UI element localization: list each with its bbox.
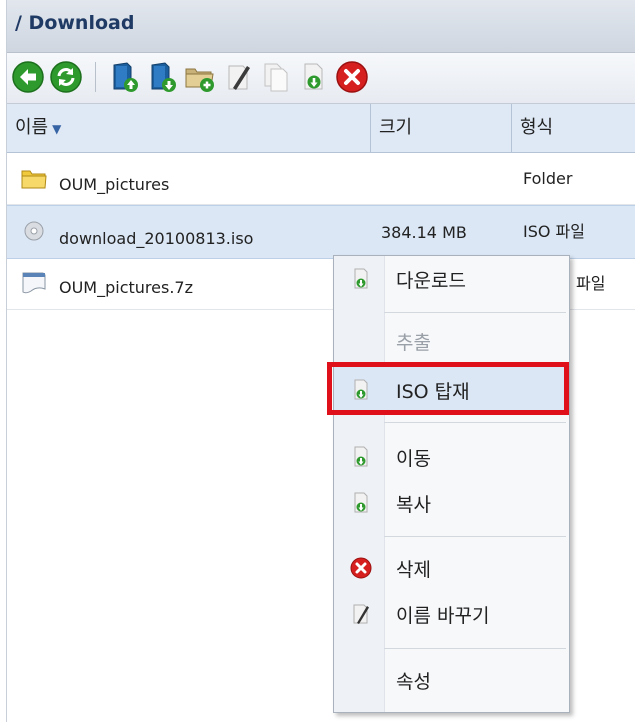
menu-item-rename[interactable]: 이름 바꾸기 [334, 591, 569, 637]
new-folder-button[interactable] [183, 60, 217, 94]
menu-item-label: 복사 [396, 494, 431, 516]
path-title: / Download [15, 12, 135, 34]
file-type: Folder [523, 169, 573, 188]
file-download-icon [354, 446, 368, 467]
file-name: OUM_pictures.7z [59, 278, 193, 297]
menu-item-move[interactable]: 이동 [334, 434, 569, 480]
menu-item-copy[interactable]: 복사 [334, 480, 569, 526]
rename-icon [353, 604, 369, 624]
folder-icon [21, 170, 47, 189]
download-button[interactable] [145, 60, 179, 94]
refresh-icon [50, 61, 82, 93]
menu-separator [384, 312, 566, 313]
delete-button[interactable] [335, 60, 369, 94]
menu-separator [384, 648, 566, 649]
menu-item-label: 이동 [396, 448, 431, 470]
column-header: 이름 ▼ 크기 형식 [7, 104, 635, 153]
menu-item-label: 이름 바꾸기 [396, 605, 490, 627]
file-name: OUM_pictures [59, 175, 170, 194]
menu-separator [384, 536, 566, 537]
column-name[interactable]: 이름 ▼ [7, 104, 370, 152]
highlight-box [327, 362, 569, 415]
extract-button[interactable] [297, 60, 331, 94]
archive-file-icon [22, 272, 46, 294]
file-download-icon [354, 268, 368, 289]
menu-separator [384, 422, 566, 423]
menu-item-label: 다운로드 [396, 270, 466, 292]
refresh-button[interactable] [49, 60, 83, 94]
context-menu: 다운로드 추출 ISO 탑재 이동 복사 삭제 이름 바꾸기 속성 [333, 255, 570, 713]
file-type: ISO 파일 [523, 222, 585, 241]
new-folder-icon [185, 68, 214, 92]
copy-icon [264, 63, 288, 92]
column-type-label: 형식 [520, 117, 554, 138]
file-size: 384.14 MB [381, 223, 467, 242]
back-button[interactable] [11, 60, 45, 94]
rename-icon [228, 65, 250, 90]
file-download-icon [354, 492, 368, 513]
menu-item-download[interactable]: 다운로드 [334, 256, 569, 302]
file-row-selected[interactable]: download_20100813.iso 384.14 MB ISO 파일 [7, 205, 635, 259]
upload-icon [113, 62, 138, 92]
toolbar [7, 53, 635, 104]
column-name-label: 이름 [15, 117, 49, 138]
toolbar-separator [95, 62, 96, 92]
column-size[interactable]: 크기 [370, 104, 511, 152]
rename-button[interactable] [221, 60, 255, 94]
download-icon [151, 62, 176, 92]
menu-item-label: 추출 [396, 332, 431, 354]
title-bar: / Download [7, 0, 635, 53]
copy-button[interactable] [259, 60, 293, 94]
delete-icon [336, 61, 368, 93]
file-row[interactable]: OUM_pictures Folder [7, 153, 635, 205]
upload-button[interactable] [107, 60, 141, 94]
delete-icon [350, 557, 372, 579]
menu-item-properties[interactable]: 속성 [334, 657, 569, 703]
disc-icon [24, 221, 44, 241]
menu-item-delete[interactable]: 삭제 [334, 545, 569, 591]
menu-item-label: 삭제 [396, 559, 431, 581]
column-size-label: 크기 [379, 117, 413, 138]
menu-item-extract: 추출 [334, 318, 569, 364]
file-download-icon [304, 63, 323, 90]
menu-item-label: 속성 [396, 671, 431, 693]
sort-descending-icon: ▼ [52, 122, 62, 136]
file-type: 파일 [576, 274, 606, 293]
column-type[interactable]: 형식 [511, 104, 635, 152]
file-name: download_20100813.iso [59, 229, 254, 248]
back-arrow-icon [12, 61, 44, 93]
